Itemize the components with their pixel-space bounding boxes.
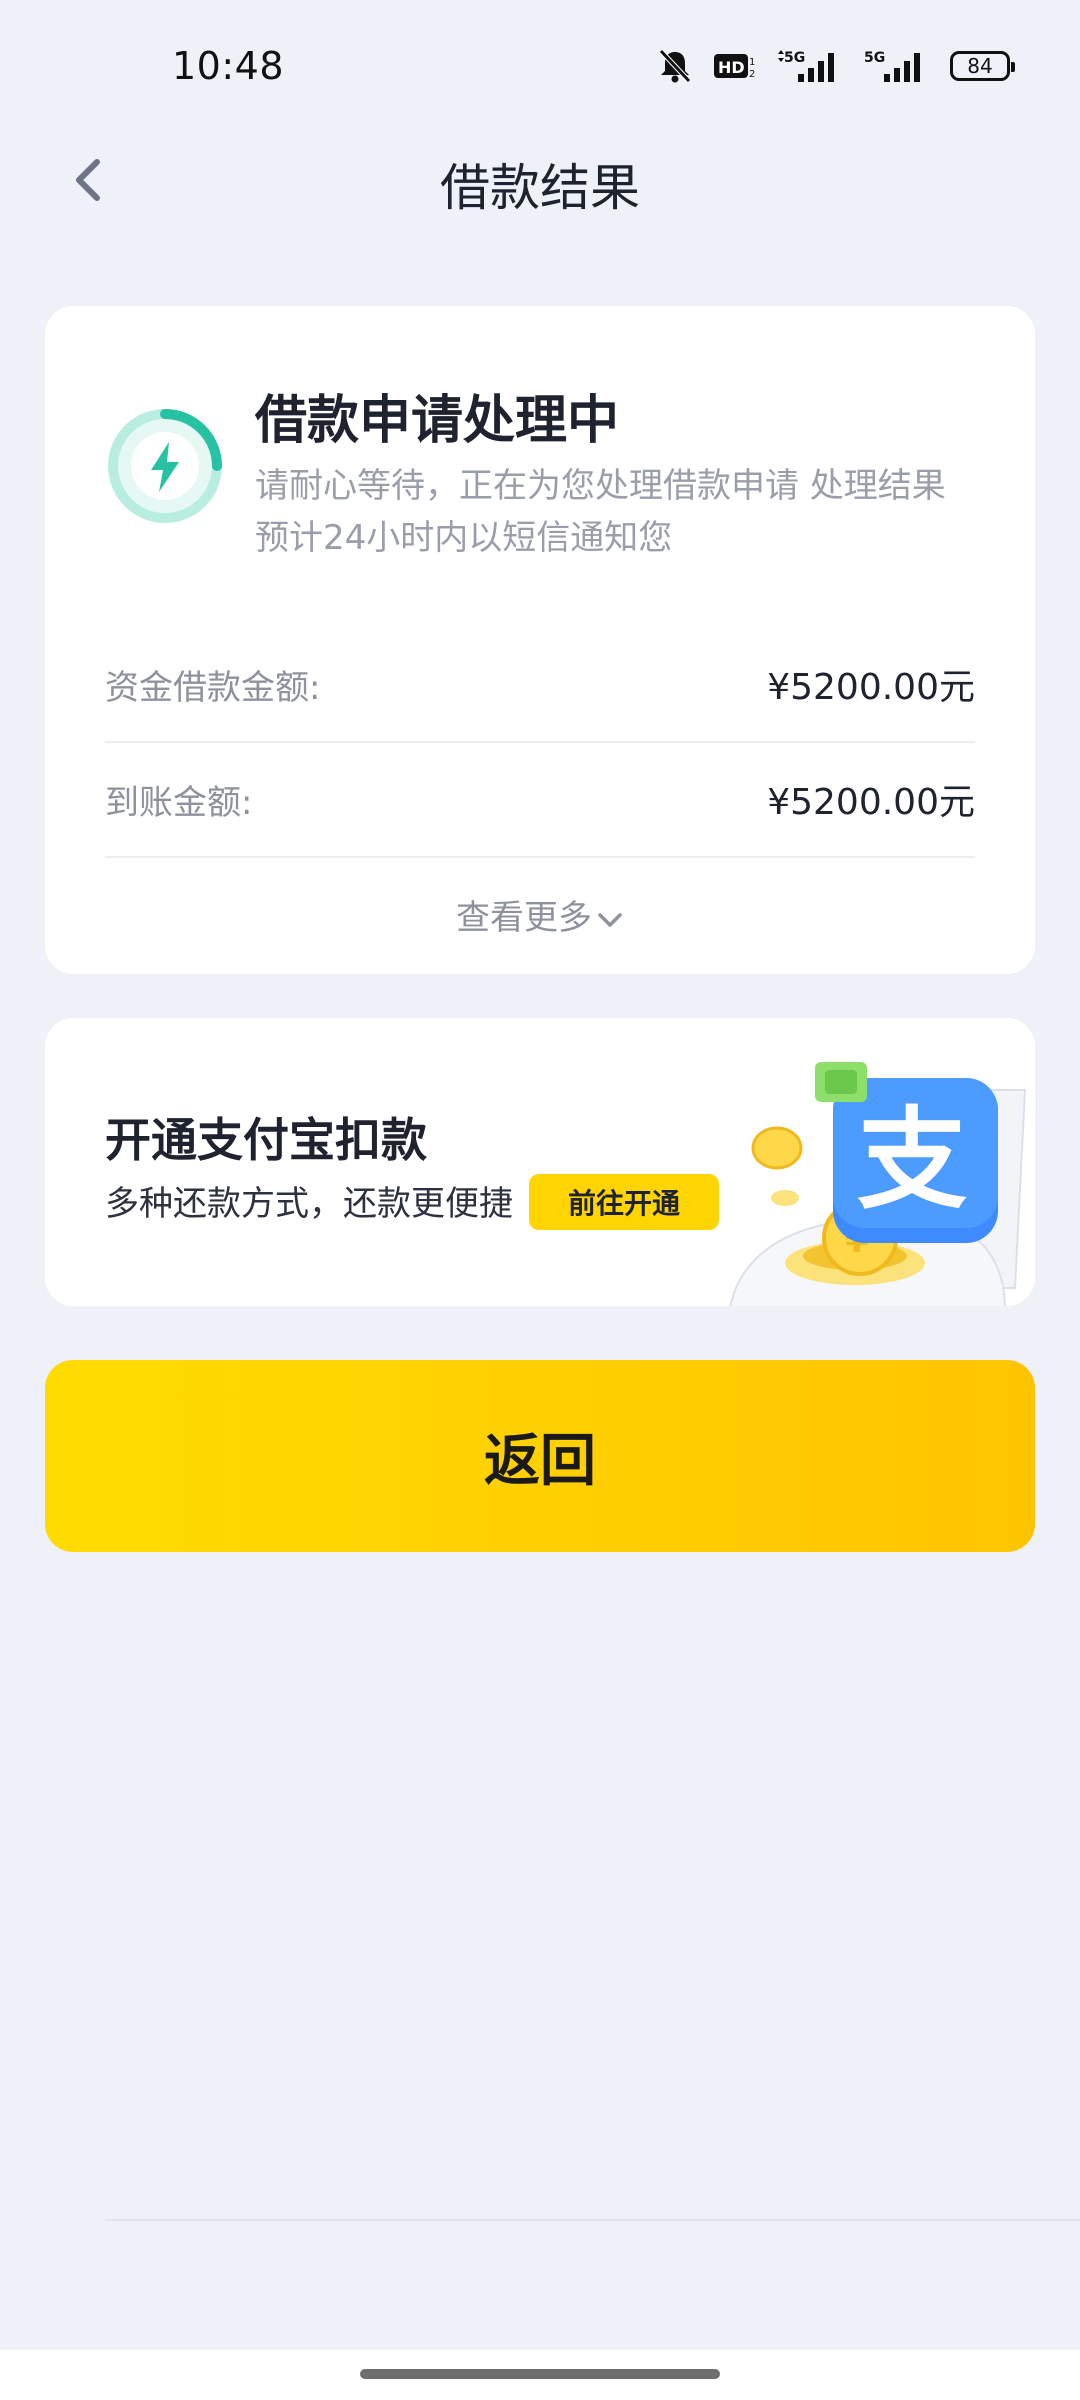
status-description: 请耐心等待，正在为您处理借款申请 处理结果预计24小时内以短信通知您 [255, 466, 946, 558]
received-amount-label: 到账金额: [105, 783, 253, 823]
alipay-logo-char: 支 [857, 1096, 967, 1224]
alipay-illustration: ¥ 支 [729, 1062, 1027, 1306]
status-title: 借款申请处理中 [255, 391, 620, 451]
home-indicator[interactable] [360, 2369, 720, 2379]
status-icons: HD 1 2 5G 5G 84 [658, 48, 1015, 84]
signal-5g-icon: 5G [778, 50, 834, 82]
view-more-link[interactable]: 查看更多 [45, 890, 1035, 939]
status-bar: 10:48 HD 1 2 5G 5G 84 [0, 0, 1080, 130]
signal-5g-icon: 5G [864, 50, 920, 82]
lightning-icon [108, 409, 222, 523]
svg-text:1: 1 [749, 57, 755, 68]
battery-level: 84 [967, 54, 993, 78]
loan-amount-row: 资金借款金额: ¥5200.00元 [105, 626, 975, 743]
received-amount-value: ¥5200.00元 [767, 782, 975, 823]
svg-text:HD: HD [718, 58, 745, 77]
return-button[interactable]: 返回 [45, 1360, 1035, 1552]
divider [105, 2219, 1080, 2221]
svg-text:5G: 5G [784, 50, 805, 66]
loan-amount-label: 资金借款金额: [105, 668, 321, 708]
loan-status-card: 借款申请处理中 请耐心等待，正在为您处理借款申请 处理结果预计24小时内以短信通… [45, 306, 1035, 974]
bell-off-icon [659, 49, 691, 83]
chevron-down-icon [598, 912, 622, 927]
loan-amount-value: ¥5200.00元 [767, 667, 975, 708]
view-more-label: 查看更多 [456, 898, 592, 938]
header: 借款结果 [0, 130, 1080, 230]
battery-icon: 84 [950, 51, 1015, 81]
loan-result-page: 10:48 HD 1 2 5G 5G 84 借款结果 借款申请处理中 请耐心等待… [0, 0, 1080, 2400]
page-title: 借款结果 [440, 159, 640, 217]
svg-text:2: 2 [749, 69, 755, 80]
alipay-description: 多种还款方式，还款更便捷 [105, 1184, 513, 1224]
hd-icon: HD 1 2 [714, 54, 755, 80]
status-time: 10:48 [172, 44, 285, 88]
alipay-promo-card[interactable]: 开通支付宝扣款 多种还款方式，还款更便捷 前往开通 ¥ 支 [45, 1018, 1035, 1306]
received-amount-row: 到账金额: ¥5200.00元 [105, 741, 975, 858]
alipay-title: 开通支付宝扣款 [105, 1113, 427, 1167]
svg-text:5G: 5G [864, 50, 885, 66]
